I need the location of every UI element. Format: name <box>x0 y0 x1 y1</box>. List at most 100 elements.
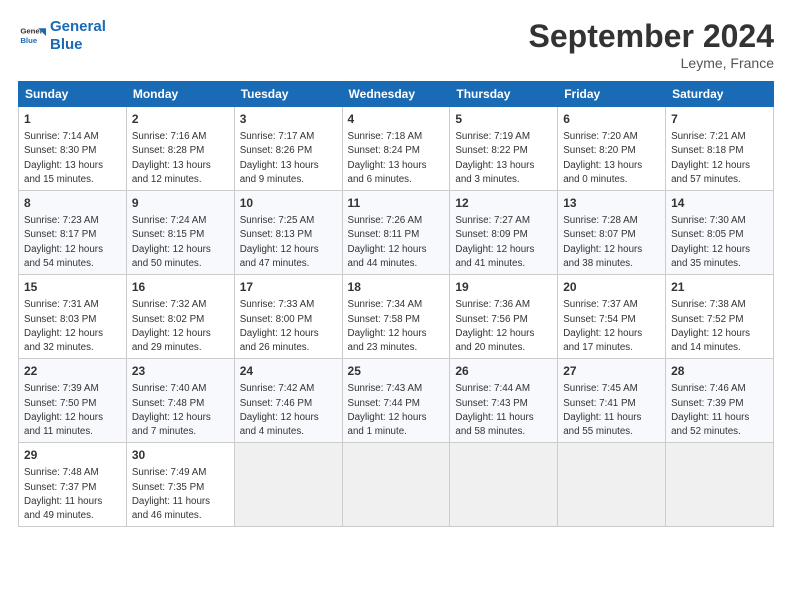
calendar-cell <box>450 443 558 527</box>
calendar-cell <box>234 443 342 527</box>
calendar-week-3: 15 Sunrise: 7:31 AMSunset: 8:03 PMDayligh… <box>19 275 774 359</box>
cell-info: Sunrise: 7:38 AMSunset: 7:52 PMDaylight:… <box>671 299 750 353</box>
day-number: 9 <box>132 195 229 211</box>
cell-info: Sunrise: 7:30 AMSunset: 8:05 PMDaylight:… <box>671 215 750 269</box>
cell-info: Sunrise: 7:23 AMSunset: 8:17 PMDaylight:… <box>24 215 103 269</box>
day-number: 26 <box>455 363 552 379</box>
cell-info: Sunrise: 7:24 AMSunset: 8:15 PMDaylight:… <box>132 215 211 269</box>
day-number: 16 <box>132 279 229 295</box>
day-number: 21 <box>671 279 768 295</box>
cell-info: Sunrise: 7:42 AMSunset: 7:46 PMDaylight:… <box>240 383 319 437</box>
weekday-header-monday: Monday <box>126 82 234 107</box>
weekday-header-row: SundayMondayTuesdayWednesdayThursdayFrid… <box>19 82 774 107</box>
cell-info: Sunrise: 7:48 AMSunset: 7:37 PMDaylight:… <box>24 467 102 521</box>
calendar-cell: 10Sunrise: 7:25 AMSunset: 8:13 PMDayligh… <box>234 191 342 275</box>
calendar-cell: 14 Sunrise: 7:30 AMSunset: 8:05 PMDayligh… <box>666 191 774 275</box>
calendar-cell: 18 Sunrise: 7:34 AMSunset: 7:58 PMDayligh… <box>342 275 450 359</box>
calendar-week-2: 8 Sunrise: 7:23 AMSunset: 8:17 PMDaylight… <box>19 191 774 275</box>
calendar-cell: 21 Sunrise: 7:38 AMSunset: 7:52 PMDayligh… <box>666 275 774 359</box>
cell-info: Sunrise: 7:27 AMSunset: 8:09 PMDaylight:… <box>455 215 534 269</box>
day-number: 3 <box>240 111 337 127</box>
day-number: 5 <box>455 111 552 127</box>
weekday-header-tuesday: Tuesday <box>234 82 342 107</box>
day-number: 4 <box>348 111 445 127</box>
calendar-cell: 1 Sunrise: 7:14 AMSunset: 8:30 PMDaylight… <box>19 107 127 191</box>
day-number: 12 <box>455 195 552 211</box>
cell-info: Sunrise: 7:21 AMSunset: 8:18 PMDaylight:… <box>671 131 750 185</box>
day-number: 11 <box>348 195 445 211</box>
calendar-week-4: 22Sunrise: 7:39 AMSunset: 7:50 PMDayligh… <box>19 359 774 443</box>
cell-info: Sunrise: 7:33 AMSunset: 8:00 PMDaylight:… <box>240 299 319 353</box>
weekday-header-saturday: Saturday <box>666 82 774 107</box>
day-number: 17 <box>240 279 337 295</box>
calendar-cell: 19 Sunrise: 7:36 AMSunset: 7:56 PMDayligh… <box>450 275 558 359</box>
calendar-cell: 5 Sunrise: 7:19 AMSunset: 8:22 PMDaylight… <box>450 107 558 191</box>
day-number: 27 <box>563 363 660 379</box>
cell-info: Sunrise: 7:43 AMSunset: 7:44 PMDaylight:… <box>348 383 427 437</box>
cell-info: Sunrise: 7:26 AMSunset: 8:11 PMDaylight:… <box>348 215 427 269</box>
cell-info: Sunrise: 7:34 AMSunset: 7:58 PMDaylight:… <box>348 299 427 353</box>
calendar-cell <box>342 443 450 527</box>
cell-info: Sunrise: 7:18 AMSunset: 8:24 PMDaylight:… <box>348 131 427 185</box>
cell-info: Sunrise: 7:28 AMSunset: 8:07 PMDaylight:… <box>563 215 642 269</box>
weekday-header-thursday: Thursday <box>450 82 558 107</box>
month-title: September 2024 <box>529 18 774 55</box>
day-number: 24 <box>240 363 337 379</box>
day-number: 29 <box>24 447 121 463</box>
calendar-cell: 25Sunrise: 7:43 AMSunset: 7:44 PMDayligh… <box>342 359 450 443</box>
cell-info: Sunrise: 7:17 AMSunset: 8:26 PMDaylight:… <box>240 131 319 185</box>
calendar-cell: 8 Sunrise: 7:23 AMSunset: 8:17 PMDaylight… <box>19 191 127 275</box>
day-number: 14 <box>671 195 768 211</box>
calendar-cell <box>666 443 774 527</box>
cell-info: Sunrise: 7:40 AMSunset: 7:48 PMDaylight:… <box>132 383 211 437</box>
day-number: 23 <box>132 363 229 379</box>
cell-info: Sunrise: 7:44 AMSunset: 7:43 PMDaylight:… <box>455 383 533 437</box>
cell-info: Sunrise: 7:16 AMSunset: 8:28 PMDaylight:… <box>132 131 211 185</box>
day-number: 10 <box>240 195 337 211</box>
day-number: 30 <box>132 447 229 463</box>
weekday-header-friday: Friday <box>558 82 666 107</box>
calendar-cell: 22Sunrise: 7:39 AMSunset: 7:50 PMDayligh… <box>19 359 127 443</box>
cell-info: Sunrise: 7:31 AMSunset: 8:03 PMDaylight:… <box>24 299 103 353</box>
day-number: 19 <box>455 279 552 295</box>
header: General Blue General Blue September 2024… <box>18 18 774 71</box>
calendar-week-1: 1 Sunrise: 7:14 AMSunset: 8:30 PMDaylight… <box>19 107 774 191</box>
calendar-cell: 16Sunrise: 7:32 AMSunset: 8:02 PMDayligh… <box>126 275 234 359</box>
calendar-cell: 11 Sunrise: 7:26 AMSunset: 8:11 PMDayligh… <box>342 191 450 275</box>
day-number: 6 <box>563 111 660 127</box>
cell-info: Sunrise: 7:20 AMSunset: 8:20 PMDaylight:… <box>563 131 642 185</box>
calendar-table: SundayMondayTuesdayWednesdayThursdayFrid… <box>18 81 774 527</box>
day-number: 1 <box>24 111 121 127</box>
calendar-cell: 7 Sunrise: 7:21 AMSunset: 8:18 PMDaylight… <box>666 107 774 191</box>
logo-icon: General Blue <box>18 22 46 50</box>
calendar-cell: 23 Sunrise: 7:40 AMSunset: 7:48 PMDayligh… <box>126 359 234 443</box>
calendar-cell: 2 Sunrise: 7:16 AMSunset: 8:28 PMDaylight… <box>126 107 234 191</box>
cell-info: Sunrise: 7:45 AMSunset: 7:41 PMDaylight:… <box>563 383 641 437</box>
day-number: 2 <box>132 111 229 127</box>
calendar-cell <box>558 443 666 527</box>
cell-info: Sunrise: 7:36 AMSunset: 7:56 PMDaylight:… <box>455 299 534 353</box>
calendar-cell: 24 Sunrise: 7:42 AMSunset: 7:46 PMDayligh… <box>234 359 342 443</box>
day-number: 13 <box>563 195 660 211</box>
svg-text:Blue: Blue <box>20 36 38 45</box>
calendar-cell: 26 Sunrise: 7:44 AMSunset: 7:43 PMDayligh… <box>450 359 558 443</box>
calendar-cell: 29 Sunrise: 7:48 AMSunset: 7:37 PMDayligh… <box>19 443 127 527</box>
day-number: 18 <box>348 279 445 295</box>
cell-info: Sunrise: 7:46 AMSunset: 7:39 PMDaylight:… <box>671 383 749 437</box>
calendar-cell: 9 Sunrise: 7:24 AMSunset: 8:15 PMDaylight… <box>126 191 234 275</box>
day-number: 20 <box>563 279 660 295</box>
cell-info: Sunrise: 7:14 AMSunset: 8:30 PMDaylight:… <box>24 131 103 185</box>
calendar-cell: 13 Sunrise: 7:28 AMSunset: 8:07 PMDayligh… <box>558 191 666 275</box>
day-number: 15 <box>24 279 121 295</box>
calendar-cell: 17 Sunrise: 7:33 AMSunset: 8:00 PMDayligh… <box>234 275 342 359</box>
cell-info: Sunrise: 7:19 AMSunset: 8:22 PMDaylight:… <box>455 131 534 185</box>
cell-info: Sunrise: 7:39 AMSunset: 7:50 PMDaylight:… <box>24 383 103 437</box>
calendar-cell: 27 Sunrise: 7:45 AMSunset: 7:41 PMDayligh… <box>558 359 666 443</box>
day-number: 7 <box>671 111 768 127</box>
title-block: September 2024 Leyme, France <box>529 18 774 71</box>
day-number: 28 <box>671 363 768 379</box>
cell-info: Sunrise: 7:49 AMSunset: 7:35 PMDaylight:… <box>132 467 210 521</box>
calendar-week-5: 29 Sunrise: 7:48 AMSunset: 7:37 PMDayligh… <box>19 443 774 527</box>
calendar-cell: 15 Sunrise: 7:31 AMSunset: 8:03 PMDayligh… <box>19 275 127 359</box>
day-number: 8 <box>24 195 121 211</box>
